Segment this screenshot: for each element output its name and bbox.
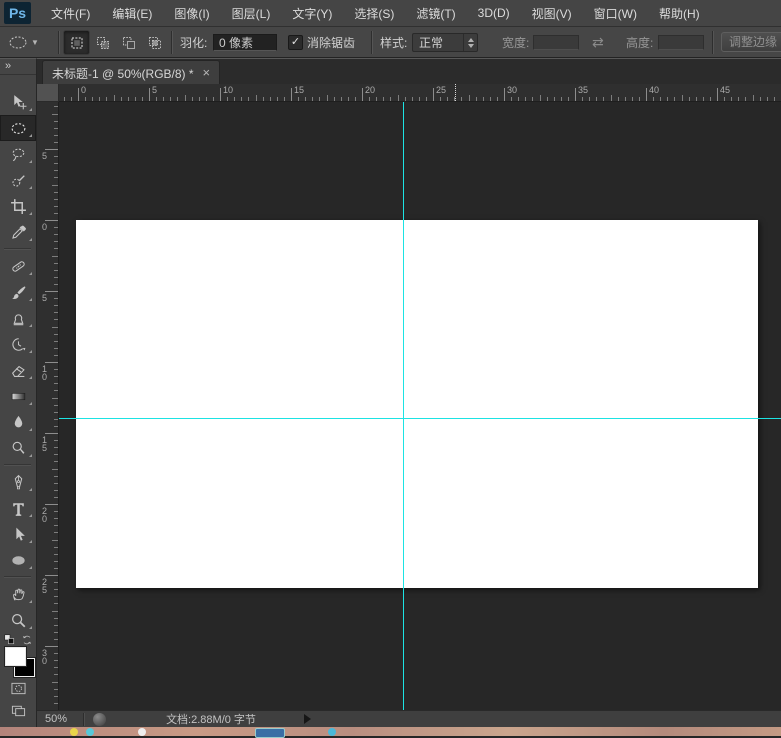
- subtract-from-selection-button[interactable]: [116, 31, 141, 54]
- tool-dodge[interactable]: [0, 435, 36, 461]
- add-to-selection-button[interactable]: [90, 31, 115, 54]
- divider: [58, 31, 60, 54]
- tool-lasso[interactable]: [0, 141, 36, 167]
- menu-item-file[interactable]: 文件(F): [40, 0, 101, 26]
- tool-pen[interactable]: [0, 469, 36, 495]
- width-label: 宽度:: [502, 27, 529, 58]
- color-mini-icons: [0, 633, 37, 647]
- document-tab-title: 未标题-1 @ 50%(RGB/8) *: [52, 65, 194, 82]
- menu-item-select[interactable]: 选择(S): [343, 0, 405, 26]
- tool-group-divider: [0, 461, 36, 469]
- windows-taskbar-sliver[interactable]: [0, 727, 781, 736]
- antialias-label: 消除锯齿: [307, 27, 355, 58]
- selection-mode-buttons: [64, 27, 168, 58]
- document-tab[interactable]: 未标题-1 @ 50%(RGB/8) * ×: [42, 60, 220, 85]
- default-colors-icon[interactable]: [4, 633, 16, 645]
- close-tab-icon[interactable]: ×: [203, 67, 211, 79]
- document-size-info: 文档:2.88M/0 字节: [136, 711, 286, 727]
- spinner-icon[interactable]: [463, 34, 477, 51]
- document-window: 未标题-1 @ 50%(RGB/8) * × 05101520253035404…: [37, 58, 781, 727]
- tool-eraser[interactable]: [0, 357, 36, 383]
- status-bar: 50% 文档:2.88M/0 字节: [37, 710, 781, 727]
- tool-history-brush[interactable]: [0, 331, 36, 357]
- tool-elliptical-marquee[interactable]: [0, 115, 36, 141]
- taskbar-icon: [86, 728, 94, 736]
- ruler-origin-box[interactable]: [37, 84, 59, 102]
- menu-item-3d[interactable]: 3D(D): [467, 0, 521, 26]
- tool-options-bar: ▼ 羽化: 0 像素 ✓ 消除锯齿 样式: 正常 宽度: ⇄ 高度: 调整边缘: [0, 27, 781, 58]
- style-select[interactable]: 正常: [412, 33, 478, 52]
- status-flyout-arrow-icon[interactable]: [304, 714, 311, 724]
- tool-spot-healing-brush[interactable]: [0, 253, 36, 279]
- tool-group-divider: [0, 573, 36, 581]
- style-label: 样式:: [380, 27, 407, 58]
- menu-item-type[interactable]: 文字(Y): [281, 0, 343, 26]
- tool-quick-selection[interactable]: [0, 167, 36, 193]
- zoom-level-field[interactable]: 50%: [37, 713, 83, 725]
- intersect-selection-button[interactable]: [142, 31, 167, 54]
- feather-input[interactable]: 0 像素: [213, 34, 277, 51]
- divider: [83, 713, 85, 726]
- tools-panel: »: [0, 58, 37, 727]
- screen-mode-button[interactable]: [5, 701, 31, 719]
- tool-move[interactable]: [0, 89, 36, 115]
- height-input[interactable]: [658, 35, 704, 50]
- tool-group-divider: [0, 245, 36, 253]
- taskbar-icon: [70, 728, 78, 736]
- vertical-guide[interactable]: [403, 102, 404, 710]
- style-select-value: 正常: [413, 34, 463, 51]
- menu-item-window[interactable]: 窗口(W): [583, 0, 648, 26]
- swap-colors-icon[interactable]: [21, 633, 33, 645]
- tool-crop[interactable]: [0, 193, 36, 219]
- horizontal-guide[interactable]: [59, 418, 781, 419]
- menu-item-edit[interactable]: 编辑(E): [101, 0, 163, 26]
- swap-width-height-icon[interactable]: ⇄: [592, 27, 604, 58]
- horizontal-ruler[interactable]: 051015202530354045: [59, 84, 781, 102]
- quick-mask-button[interactable]: [5, 679, 31, 697]
- tool-ellipse-shape[interactable]: [0, 547, 36, 573]
- feather-label: 羽化:: [180, 27, 207, 58]
- photoshop-logo: Ps: [4, 2, 31, 24]
- divider: [712, 31, 714, 54]
- foreground-color-swatch[interactable]: [5, 647, 26, 666]
- width-input[interactable]: [533, 35, 579, 50]
- taskbar-icon: [138, 728, 146, 736]
- menu-item-view[interactable]: 视图(V): [521, 0, 583, 26]
- menu-item-image[interactable]: 图像(I): [163, 0, 220, 26]
- tool-preset-picker[interactable]: ▼: [5, 27, 42, 58]
- tool-path-selection[interactable]: [0, 521, 36, 547]
- vertical-ruler[interactable]: 5051 01 52 02 53 0: [37, 102, 59, 710]
- antialias-checkbox[interactable]: ✓: [288, 35, 303, 50]
- document-tab-bar: 未标题-1 @ 50%(RGB/8) * ×: [37, 58, 781, 84]
- tool-blur[interactable]: [0, 409, 36, 435]
- tool-brush[interactable]: [0, 279, 36, 305]
- tool-list: [0, 89, 36, 633]
- divider: [171, 31, 173, 54]
- canvas-viewport[interactable]: [59, 102, 781, 710]
- height-label: 高度:: [626, 27, 653, 58]
- refine-edge-button[interactable]: 调整边缘: [721, 32, 781, 52]
- menu-item-filter[interactable]: 滤镜(T): [405, 0, 466, 26]
- tool-hand[interactable]: [0, 581, 36, 607]
- divider: [371, 31, 373, 54]
- menu-bar: Ps 文件(F)编辑(E)图像(I)图层(L)文字(Y)选择(S)滤镜(T)3D…: [0, 0, 781, 27]
- elliptical-marquee-icon: [8, 35, 28, 50]
- collapse-panel-button[interactable]: »: [0, 59, 36, 75]
- canvas[interactable]: [76, 220, 758, 588]
- status-sphere-icon[interactable]: [93, 713, 106, 726]
- taskbar-icon: [255, 728, 285, 738]
- menu-items: 文件(F)编辑(E)图像(I)图层(L)文字(Y)选择(S)滤镜(T)3D(D)…: [40, 0, 711, 26]
- menu-item-layer[interactable]: 图层(L): [221, 0, 282, 26]
- menu-item-help[interactable]: 帮助(H): [648, 0, 711, 26]
- tool-type[interactable]: [0, 495, 36, 521]
- new-selection-button[interactable]: [64, 31, 89, 54]
- tool-gradient[interactable]: [0, 383, 36, 409]
- tool-zoom[interactable]: [0, 607, 36, 633]
- taskbar-icon: [328, 728, 336, 736]
- chevron-down-icon: ▼: [31, 38, 39, 47]
- tool-eyedropper[interactable]: [0, 219, 36, 245]
- tool-clone-stamp[interactable]: [0, 305, 36, 331]
